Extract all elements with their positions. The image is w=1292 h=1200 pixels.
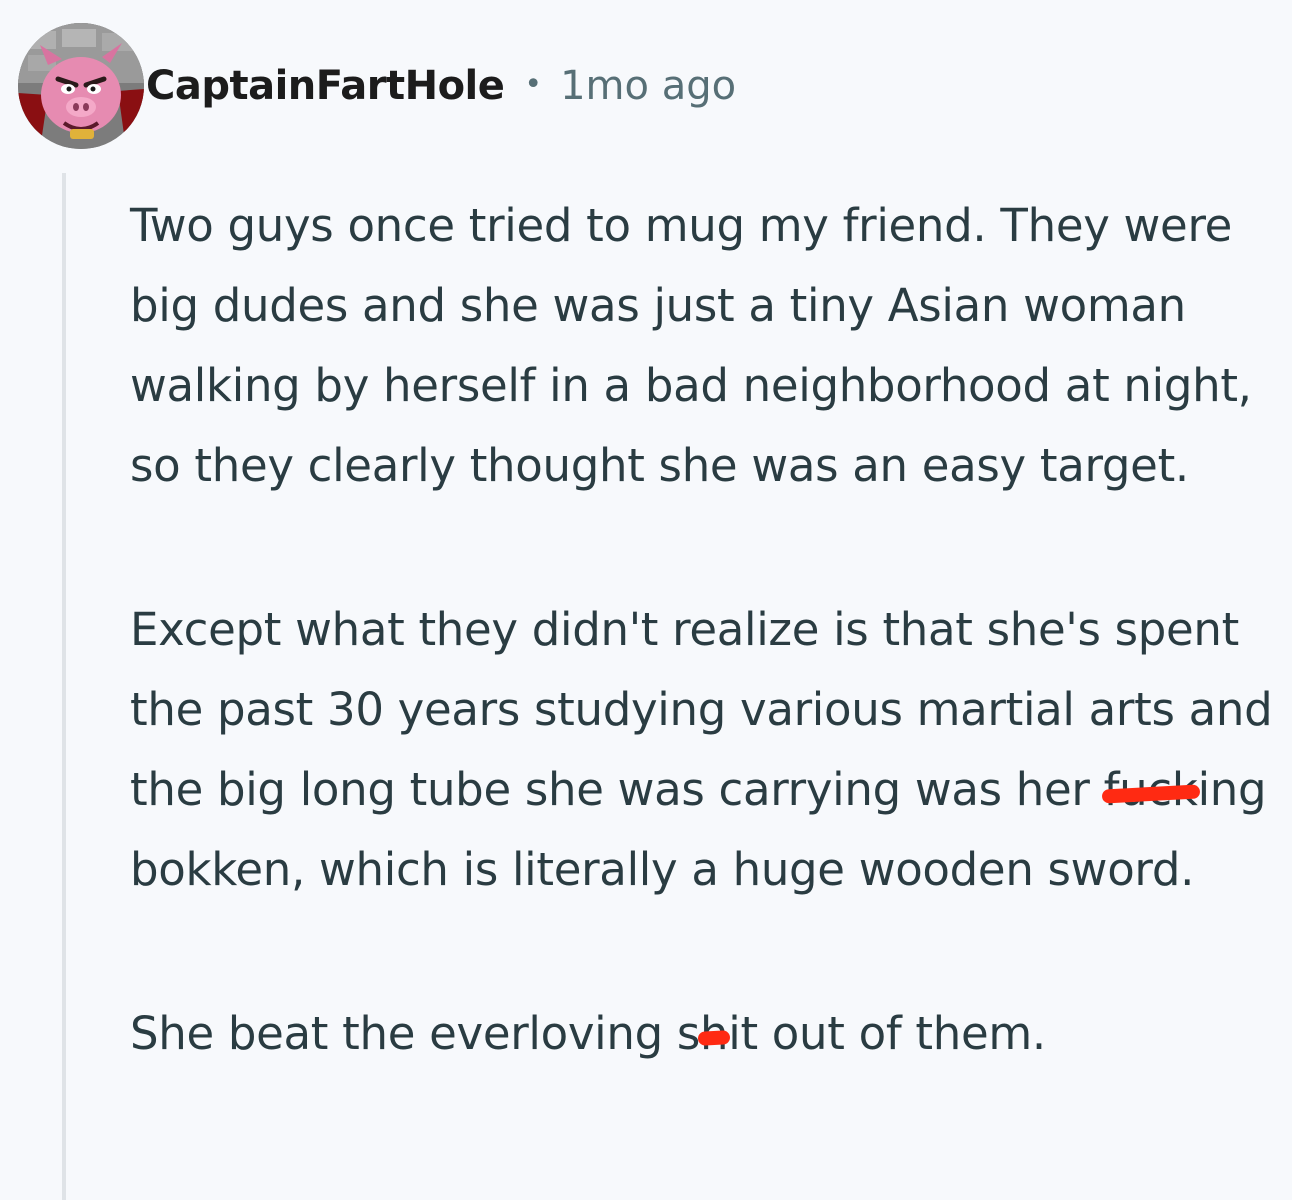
text-segment: Except what they didn't realize is that … bbox=[130, 603, 1273, 816]
comment-body: Two guys once tried to mug my friend. Th… bbox=[130, 186, 1280, 1158]
comment-paragraph-1: Two guys once tried to mug my friend. Th… bbox=[130, 186, 1280, 506]
comment: CaptainFartHole • 1mo ago Two guys once … bbox=[0, 0, 1292, 1200]
comment-paragraph-3: She beat the everloving shit out of them… bbox=[130, 994, 1280, 1074]
thread-line[interactable] bbox=[62, 173, 66, 1200]
redaction-mark: fuck bbox=[1104, 750, 1198, 830]
pig-character-avatar-icon bbox=[18, 23, 144, 149]
redaction-mark: h bbox=[700, 994, 729, 1074]
text-segment: She beat the everloving s bbox=[130, 1007, 701, 1060]
avatar[interactable] bbox=[18, 23, 144, 149]
author-name[interactable]: CaptainFartHole bbox=[146, 63, 505, 109]
meta-separator: • bbox=[524, 66, 543, 102]
comment-header: CaptainFartHole • 1mo ago bbox=[18, 22, 736, 150]
text-segment: Two guys once tried to mug my friend. Th… bbox=[130, 199, 1252, 492]
comment-meta: CaptainFartHole • 1mo ago bbox=[146, 63, 736, 109]
text-segment: it out of them. bbox=[728, 1007, 1046, 1060]
timestamp[interactable]: 1mo ago bbox=[560, 63, 736, 109]
comment-paragraph-2: Except what they didn't realize is that … bbox=[130, 590, 1280, 910]
